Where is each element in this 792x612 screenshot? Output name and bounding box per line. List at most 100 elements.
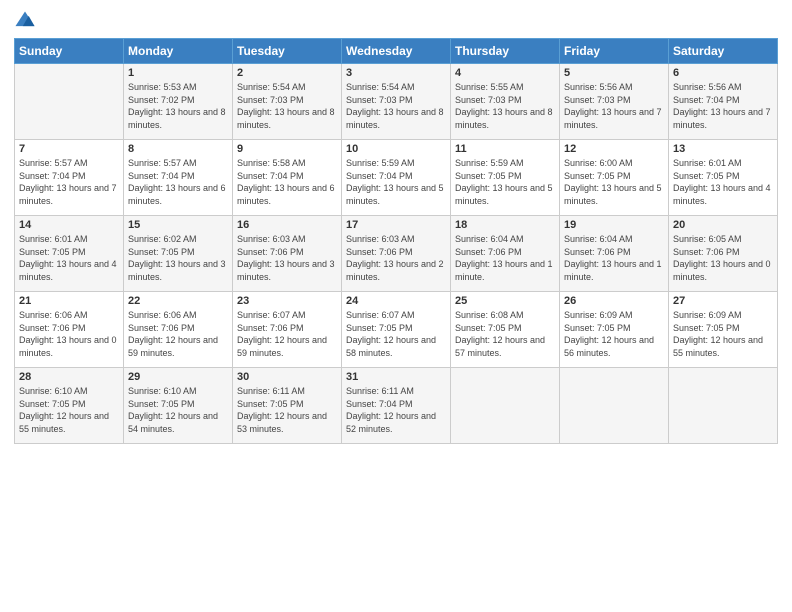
day-content: Sunrise: 5:57 AM Sunset: 7:04 PM Dayligh… [19, 157, 119, 207]
calendar-cell: 2 Sunrise: 5:54 AM Sunset: 7:03 PM Daylig… [233, 64, 342, 140]
day-content: Sunrise: 6:04 AM Sunset: 7:06 PM Dayligh… [455, 233, 555, 283]
day-content: Sunrise: 6:09 AM Sunset: 7:05 PM Dayligh… [564, 309, 664, 359]
day-content: Sunrise: 5:56 AM Sunset: 7:03 PM Dayligh… [564, 81, 664, 131]
day-content: Sunrise: 6:09 AM Sunset: 7:05 PM Dayligh… [673, 309, 773, 359]
calendar-cell: 21Sunrise: 6:06 AM Sunset: 7:06 PM Dayli… [15, 292, 124, 368]
calendar-cell: 29 Sunrise: 6:10 AM Sunset: 7:05 PM Dayli… [124, 368, 233, 444]
calendar-cell: 3 Sunrise: 5:54 AM Sunset: 7:03 PM Daylig… [342, 64, 451, 140]
day-number: 16 [237, 219, 337, 231]
day-content: Sunrise: 5:59 AM Sunset: 7:04 PM Dayligh… [346, 157, 446, 207]
calendar-cell [669, 368, 778, 444]
day-content: Sunrise: 6:06 AM Sunset: 7:06 PM Dayligh… [19, 309, 119, 359]
day-content: Sunrise: 5:57 AM Sunset: 7:04 PM Dayligh… [128, 157, 228, 207]
day-content: Sunrise: 6:01 AM Sunset: 7:05 PM Dayligh… [19, 233, 119, 283]
day-content: Sunrise: 5:54 AM Sunset: 7:03 PM Dayligh… [346, 81, 446, 131]
calendar-cell: 23Sunrise: 6:07 AM Sunset: 7:06 PM Dayli… [233, 292, 342, 368]
calendar-cell: 16Sunrise: 6:03 AM Sunset: 7:06 PM Dayli… [233, 216, 342, 292]
day-number: 1 [128, 67, 228, 79]
calendar-cell: 25 Sunrise: 6:08 AM Sunset: 7:05 PM Dayli… [451, 292, 560, 368]
day-number: 17 [346, 219, 446, 231]
header-day-sunday: Sunday [15, 39, 124, 64]
calendar-header-row: SundayMondayTuesdayWednesdayThursdayFrid… [15, 39, 778, 64]
day-number: 10 [346, 143, 446, 155]
calendar-week-row: 28 Sunrise: 6:10 AM Sunset: 7:05 PM Dayli… [15, 368, 778, 444]
day-number: 4 [455, 67, 555, 79]
day-content: Sunrise: 6:07 AM Sunset: 7:05 PM Dayligh… [346, 309, 446, 359]
calendar-week-row: 14 Sunrise: 6:01 AM Sunset: 7:05 PM Dayli… [15, 216, 778, 292]
calendar-cell: 30 Sunrise: 6:11 AM Sunset: 7:05 PM Dayli… [233, 368, 342, 444]
calendar-cell: 14 Sunrise: 6:01 AM Sunset: 7:05 PM Dayli… [15, 216, 124, 292]
calendar-cell: 13 Sunrise: 6:01 AM Sunset: 7:05 PM Dayli… [669, 140, 778, 216]
day-content: Sunrise: 6:11 AM Sunset: 7:04 PM Dayligh… [346, 385, 446, 435]
day-number: 20 [673, 219, 773, 231]
day-content: Sunrise: 6:05 AM Sunset: 7:06 PM Dayligh… [673, 233, 773, 283]
calendar-cell: 5 Sunrise: 5:56 AM Sunset: 7:03 PM Daylig… [560, 64, 669, 140]
day-number: 29 [128, 371, 228, 383]
calendar-cell [451, 368, 560, 444]
calendar-cell: 17 Sunrise: 6:03 AM Sunset: 7:06 PM Dayli… [342, 216, 451, 292]
day-number: 14 [19, 219, 119, 231]
day-number: 27 [673, 295, 773, 307]
calendar-cell: 19Sunrise: 6:04 AM Sunset: 7:06 PM Dayli… [560, 216, 669, 292]
day-number: 9 [237, 143, 337, 155]
header-day-thursday: Thursday [451, 39, 560, 64]
calendar-week-row: 1 Sunrise: 5:53 AM Sunset: 7:02 PM Daylig… [15, 64, 778, 140]
calendar-cell [560, 368, 669, 444]
calendar-cell: 26 Sunrise: 6:09 AM Sunset: 7:05 PM Dayli… [560, 292, 669, 368]
day-content: Sunrise: 5:53 AM Sunset: 7:02 PM Dayligh… [128, 81, 228, 131]
calendar-cell: 18 Sunrise: 6:04 AM Sunset: 7:06 PM Dayli… [451, 216, 560, 292]
day-content: Sunrise: 6:04 AM Sunset: 7:06 PM Dayligh… [564, 233, 664, 283]
day-number: 2 [237, 67, 337, 79]
calendar-week-row: 7 Sunrise: 5:57 AM Sunset: 7:04 PM Daylig… [15, 140, 778, 216]
day-number: 24 [346, 295, 446, 307]
day-content: Sunrise: 5:56 AM Sunset: 7:04 PM Dayligh… [673, 81, 773, 131]
calendar-cell: 9Sunrise: 5:58 AM Sunset: 7:04 PM Daylig… [233, 140, 342, 216]
day-content: Sunrise: 6:11 AM Sunset: 7:05 PM Dayligh… [237, 385, 337, 435]
day-content: Sunrise: 6:10 AM Sunset: 7:05 PM Dayligh… [128, 385, 228, 435]
header-day-wednesday: Wednesday [342, 39, 451, 64]
day-content: Sunrise: 5:59 AM Sunset: 7:05 PM Dayligh… [455, 157, 555, 207]
calendar-week-row: 21Sunrise: 6:06 AM Sunset: 7:06 PM Dayli… [15, 292, 778, 368]
day-number: 3 [346, 67, 446, 79]
calendar-cell: 24 Sunrise: 6:07 AM Sunset: 7:05 PM Dayli… [342, 292, 451, 368]
header-day-monday: Monday [124, 39, 233, 64]
calendar-cell: 22Sunrise: 6:06 AM Sunset: 7:06 PM Dayli… [124, 292, 233, 368]
day-content: Sunrise: 5:54 AM Sunset: 7:03 PM Dayligh… [237, 81, 337, 131]
day-number: 25 [455, 295, 555, 307]
day-number: 12 [564, 143, 664, 155]
day-number: 6 [673, 67, 773, 79]
day-number: 5 [564, 67, 664, 79]
day-content: Sunrise: 6:03 AM Sunset: 7:06 PM Dayligh… [346, 233, 446, 283]
day-number: 13 [673, 143, 773, 155]
day-number: 15 [128, 219, 228, 231]
calendar-cell [15, 64, 124, 140]
calendar-cell: 8Sunrise: 5:57 AM Sunset: 7:04 PM Daylig… [124, 140, 233, 216]
day-number: 22 [128, 295, 228, 307]
day-content: Sunrise: 6:07 AM Sunset: 7:06 PM Dayligh… [237, 309, 337, 359]
day-content: Sunrise: 6:08 AM Sunset: 7:05 PM Dayligh… [455, 309, 555, 359]
day-number: 31 [346, 371, 446, 383]
calendar-cell: 1 Sunrise: 5:53 AM Sunset: 7:02 PM Daylig… [124, 64, 233, 140]
day-number: 7 [19, 143, 119, 155]
calendar-cell: 28 Sunrise: 6:10 AM Sunset: 7:05 PM Dayli… [15, 368, 124, 444]
day-content: Sunrise: 6:01 AM Sunset: 7:05 PM Dayligh… [673, 157, 773, 207]
calendar-cell: 7 Sunrise: 5:57 AM Sunset: 7:04 PM Daylig… [15, 140, 124, 216]
calendar-cell: 4 Sunrise: 5:55 AM Sunset: 7:03 PM Daylig… [451, 64, 560, 140]
calendar-cell: 27 Sunrise: 6:09 AM Sunset: 7:05 PM Dayli… [669, 292, 778, 368]
header-day-saturday: Saturday [669, 39, 778, 64]
calendar-cell: 6 Sunrise: 5:56 AM Sunset: 7:04 PM Daylig… [669, 64, 778, 140]
header-day-friday: Friday [560, 39, 669, 64]
logo [14, 10, 40, 32]
header-day-tuesday: Tuesday [233, 39, 342, 64]
day-number: 28 [19, 371, 119, 383]
calendar-cell: 11 Sunrise: 5:59 AM Sunset: 7:05 PM Dayli… [451, 140, 560, 216]
day-number: 18 [455, 219, 555, 231]
day-number: 26 [564, 295, 664, 307]
day-content: Sunrise: 5:55 AM Sunset: 7:03 PM Dayligh… [455, 81, 555, 131]
day-number: 30 [237, 371, 337, 383]
logo-icon [14, 10, 36, 32]
calendar-table: SundayMondayTuesdayWednesdayThursdayFrid… [14, 38, 778, 444]
calendar-cell: 20 Sunrise: 6:05 AM Sunset: 7:06 PM Dayli… [669, 216, 778, 292]
day-content: Sunrise: 6:10 AM Sunset: 7:05 PM Dayligh… [19, 385, 119, 435]
day-number: 11 [455, 143, 555, 155]
